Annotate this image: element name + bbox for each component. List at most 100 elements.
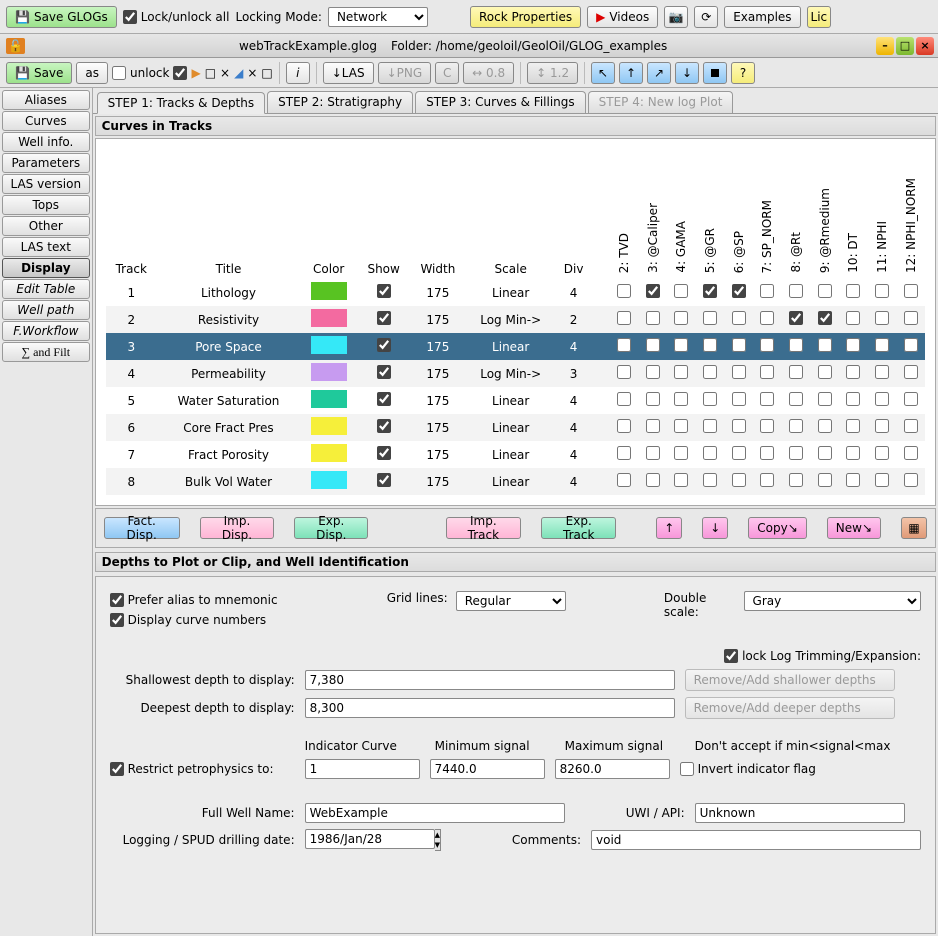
table-row[interactable]: 5Water Saturation175Linear4: [106, 387, 925, 414]
curve-checkbox[interactable]: [789, 338, 803, 352]
curve-checkbox[interactable]: [875, 311, 889, 325]
curve-checkbox[interactable]: [732, 419, 746, 433]
show-checkbox[interactable]: [377, 392, 391, 406]
curve-checkbox[interactable]: [674, 446, 688, 460]
help-button[interactable]: ?: [731, 62, 755, 84]
show-checkbox[interactable]: [377, 473, 391, 487]
show-checkbox[interactable]: [377, 284, 391, 298]
camera-button[interactable]: 📷: [664, 6, 688, 28]
curve-checkbox[interactable]: [760, 338, 774, 352]
curve-checkbox[interactable]: [818, 338, 832, 352]
curve-checkbox[interactable]: [674, 338, 688, 352]
show-checkbox[interactable]: [377, 419, 391, 433]
sidebar-curves[interactable]: Curves: [2, 111, 90, 131]
curve-checkbox[interactable]: [760, 446, 774, 460]
curve-checkbox[interactable]: [875, 473, 889, 487]
curve-checkbox[interactable]: [674, 365, 688, 379]
license-button[interactable]: Lic: [807, 6, 832, 28]
date-input[interactable]: [305, 829, 435, 849]
tab-step-3-curves-fillings[interactable]: STEP 3: Curves & Fillings: [415, 91, 586, 113]
curve-checkbox[interactable]: [904, 473, 918, 487]
curve-checkbox[interactable]: [846, 338, 860, 352]
arrow-down-button[interactable]: ↓: [675, 62, 699, 84]
show-checkbox[interactable]: [377, 311, 391, 325]
curve-checkbox[interactable]: [703, 446, 717, 460]
lock-all-input[interactable]: [123, 10, 137, 24]
exp-disp-button[interactable]: Exp. Disp.: [294, 517, 368, 539]
curve-checkbox[interactable]: [846, 392, 860, 406]
lock-trimming-checkbox[interactable]: lock Log Trimming/Expansion:: [724, 649, 921, 663]
comments-input[interactable]: [591, 830, 921, 850]
rock-properties-button[interactable]: Rock Properties: [470, 6, 581, 28]
curve-checkbox[interactable]: [818, 311, 832, 325]
curve-checkbox[interactable]: [875, 365, 889, 379]
lock-all-checkbox[interactable]: Lock/unlock all: [123, 10, 230, 24]
table-row[interactable]: 3Pore Space175Linear4: [106, 333, 925, 360]
curve-checkbox[interactable]: [674, 473, 688, 487]
sidebar--and-filt[interactable]: ∑ and Filt: [2, 342, 90, 362]
table-row[interactable]: 2Resistivity175Log Min->2: [106, 306, 925, 333]
remove-deeper-button[interactable]: Remove/Add deeper depths: [685, 697, 895, 719]
maximize-button[interactable]: □: [896, 37, 914, 55]
fact-disp-button[interactable]: Fact. Disp.: [104, 517, 180, 539]
curve-checkbox[interactable]: [732, 284, 746, 298]
tab-step-2-stratigraphy[interactable]: STEP 2: Stratigraphy: [267, 91, 413, 113]
curve-checkbox[interactable]: [646, 419, 660, 433]
remove-shallower-button[interactable]: Remove/Add shallower depths: [685, 669, 895, 691]
minimize-button[interactable]: –: [876, 37, 894, 55]
curve-checkbox[interactable]: [703, 473, 717, 487]
curve-checkbox[interactable]: [904, 311, 918, 325]
curve-checkbox[interactable]: [875, 284, 889, 298]
well-name-input[interactable]: [305, 803, 565, 823]
curve-checkbox[interactable]: [846, 419, 860, 433]
curve-checkbox[interactable]: [646, 284, 660, 298]
curve-checkbox[interactable]: [732, 392, 746, 406]
curve-checkbox[interactable]: [674, 392, 688, 406]
sidebar-well-path[interactable]: Well path: [2, 300, 90, 320]
invert-flag-checkbox[interactable]: Invert indicator flag: [680, 762, 816, 776]
curve-checkbox[interactable]: [732, 365, 746, 379]
save-as-button[interactable]: as: [76, 62, 108, 84]
curve-checkbox[interactable]: [818, 392, 832, 406]
curve-checkbox[interactable]: [904, 392, 918, 406]
curve-checkbox[interactable]: [760, 392, 774, 406]
shallow-input[interactable]: [305, 670, 675, 690]
curve-checkbox[interactable]: [789, 419, 803, 433]
sidebar-display[interactable]: Display: [2, 258, 90, 278]
exp-track-button[interactable]: Exp. Track: [541, 517, 616, 539]
show-checkbox[interactable]: [377, 338, 391, 352]
move-down-button[interactable]: ↓: [702, 517, 728, 539]
curve-checkbox[interactable]: [703, 419, 717, 433]
curve-checkbox[interactable]: [846, 311, 860, 325]
arrow-ne-button[interactable]: ↗: [647, 62, 671, 84]
date-down-button[interactable]: ▼: [435, 840, 440, 850]
curve-checkbox[interactable]: [703, 311, 717, 325]
sidebar-other[interactable]: Other: [2, 216, 90, 236]
curve-checkbox[interactable]: [904, 284, 918, 298]
sidebar-aliases[interactable]: Aliases: [2, 90, 90, 110]
double-scale-select[interactable]: Gray: [744, 591, 921, 611]
curve-checkbox[interactable]: [789, 365, 803, 379]
curve-checkbox[interactable]: [732, 446, 746, 460]
refresh-button[interactable]: ⟳: [694, 6, 718, 28]
move-up-button[interactable]: ↑: [656, 517, 682, 539]
grid-lines-select[interactable]: Regular: [456, 591, 566, 611]
curve-checkbox[interactable]: [646, 338, 660, 352]
sidebar-f-workflow[interactable]: F.Workflow: [2, 321, 90, 341]
display-nums-checkbox[interactable]: Display curve numbers: [110, 613, 267, 627]
table-row[interactable]: 4Permeability175Log Min->3: [106, 360, 925, 387]
curve-checkbox[interactable]: [875, 338, 889, 352]
curve-checkbox[interactable]: [875, 446, 889, 460]
curve-checkbox[interactable]: [789, 284, 803, 298]
curve-checkbox[interactable]: [846, 284, 860, 298]
curve-checkbox[interactable]: [617, 392, 631, 406]
stop-button[interactable]: [703, 62, 727, 84]
close-button[interactable]: ×: [916, 37, 934, 55]
curve-checkbox[interactable]: [732, 338, 746, 352]
curve-checkbox[interactable]: [760, 473, 774, 487]
imp-track-button[interactable]: Imp. Track: [446, 517, 522, 539]
uwi-input[interactable]: [695, 803, 905, 823]
curve-checkbox[interactable]: [818, 284, 832, 298]
save-glogs-button[interactable]: 💾 Save GLOGs: [6, 6, 117, 28]
curve-checkbox[interactable]: [732, 473, 746, 487]
